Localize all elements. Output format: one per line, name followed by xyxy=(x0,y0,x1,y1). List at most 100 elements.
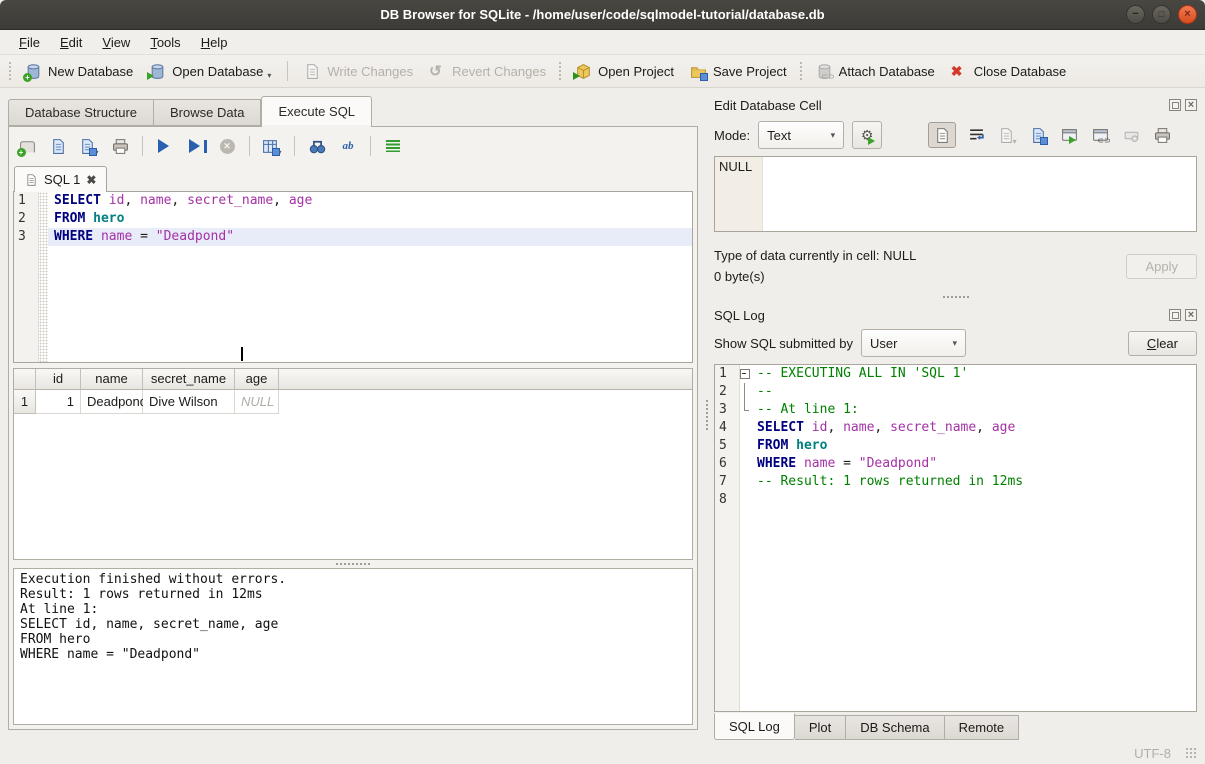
dock-close-icon[interactable] xyxy=(1185,99,1197,111)
menu-tools[interactable]: Tools xyxy=(141,32,189,53)
editor-line-current: 3 WHERE name = "Deadpond" xyxy=(14,228,692,246)
resize-grip[interactable] xyxy=(1185,747,1197,759)
log-line: 8 xyxy=(715,491,1196,509)
sql-editor-tab-label: SQL 1 xyxy=(44,172,80,187)
sql-log-view[interactable]: 1 -- EXECUTING ALL IN 'SQL 1' 2 -- 3 -- … xyxy=(714,364,1197,712)
dock-tab-plot[interactable]: Plot xyxy=(795,715,846,740)
open-in-external-button[interactable] xyxy=(1058,124,1080,146)
link-window-icon: ⊂⊃ xyxy=(1092,127,1109,144)
dock-float-icon[interactable] xyxy=(1169,309,1181,321)
execute-all-button[interactable] xyxy=(154,135,176,157)
sql-editor[interactable]: 1 SELECT id, name, secret_name, age 2 FR… xyxy=(13,191,693,363)
cell-age[interactable]: NULL xyxy=(235,390,279,414)
cell-secret-name[interactable]: Dive Wilson xyxy=(143,390,235,414)
execute-all-icon xyxy=(158,139,176,153)
toolbar-drag-handle[interactable] xyxy=(799,61,804,81)
save-results-button[interactable]: ▾ xyxy=(261,135,283,157)
editor-line: 1 SELECT id, name, secret_name, age xyxy=(14,192,692,210)
log-line: 1 -- EXECUTING ALL IN 'SQL 1' xyxy=(715,365,1196,383)
column-header-name[interactable]: name xyxy=(81,369,143,390)
text-mode-button[interactable] xyxy=(928,122,956,148)
find-button[interactable] xyxy=(306,135,328,157)
cell-id[interactable]: 1 xyxy=(36,390,81,414)
save-sql-file-button[interactable]: ▾ xyxy=(78,135,100,157)
dock-tab-remote[interactable]: Remote xyxy=(945,715,1020,740)
auto-apply-button[interactable]: ⚙ xyxy=(852,121,882,149)
dock-tab-sql-log[interactable]: SQL Log xyxy=(714,713,795,740)
toolbar-drag-handle[interactable] xyxy=(8,61,13,81)
tab-browse-data[interactable]: Browse Data xyxy=(153,99,261,126)
new-sql-tab-button[interactable]: + xyxy=(16,135,38,157)
import-icon xyxy=(998,127,1015,144)
main-toolbar: + New Database Open Database ▾ Write Cha… xyxy=(0,55,1205,88)
maximize-button[interactable]: □ xyxy=(1152,5,1171,24)
column-header-age[interactable]: age xyxy=(235,369,279,390)
find-replace-button[interactable]: ab xyxy=(337,135,359,157)
apply-button[interactable]: Apply xyxy=(1126,254,1197,279)
save-as-icon xyxy=(1030,127,1047,144)
new-database-icon: + xyxy=(25,63,42,80)
close-button[interactable]: × xyxy=(1178,5,1197,24)
print-cell-button[interactable] xyxy=(1151,124,1173,146)
word-wrap-icon xyxy=(968,127,985,144)
fold-collapse-icon[interactable] xyxy=(739,365,751,383)
new-database-button[interactable]: + New Database xyxy=(17,59,141,84)
save-project-icon xyxy=(690,63,707,80)
encoding-indicator[interactable]: UTF-8 xyxy=(1134,746,1171,761)
word-wrap-button[interactable] xyxy=(965,124,987,146)
dock-close-icon[interactable] xyxy=(1185,309,1197,321)
stop-execution-button[interactable]: ✕ xyxy=(216,135,238,157)
sql-editor-tab[interactable]: SQL 1 ✖ xyxy=(14,166,107,192)
clear-log-button[interactable]: Clear xyxy=(1128,331,1197,356)
mode-select[interactable]: Text ▾ xyxy=(758,121,844,149)
cell-value-editor[interactable]: NULL xyxy=(714,156,1197,232)
column-header-secret-name[interactable]: secret_name xyxy=(143,369,235,390)
cell-type-label: Type of data currently in cell: NULL xyxy=(714,245,1126,266)
revert-changes-button[interactable]: ↺ Revert Changes xyxy=(421,59,554,84)
set-null-button[interactable] xyxy=(1120,124,1142,146)
open-database-button[interactable]: Open Database ▾ xyxy=(141,59,279,84)
tab-execute-sql[interactable]: Execute SQL xyxy=(261,96,372,126)
sql-editor-tab-bar: SQL 1 ✖ xyxy=(12,166,694,191)
write-changes-button[interactable]: Write Changes xyxy=(296,59,421,84)
menu-file[interactable]: File xyxy=(10,32,49,53)
cell-name[interactable]: Deadpond xyxy=(81,390,143,414)
row-number[interactable]: 1 xyxy=(14,390,36,414)
mode-label: Mode: xyxy=(714,128,750,143)
revert-changes-icon: ↺ xyxy=(429,63,446,80)
sql-file-icon xyxy=(25,173,38,187)
main-vertical-splitter[interactable] xyxy=(704,88,710,742)
menu-help[interactable]: Help xyxy=(192,32,237,53)
import-cell-button[interactable]: ▾ xyxy=(996,124,1018,146)
open-project-button[interactable]: Open Project xyxy=(567,59,682,84)
sql-log-title: SQL Log xyxy=(714,308,1165,323)
dock-float-icon[interactable] xyxy=(1169,99,1181,111)
submitted-by-select[interactable]: User ▾ xyxy=(861,329,966,357)
toolbar-drag-handle[interactable] xyxy=(558,61,563,81)
format-sql-button[interactable] xyxy=(382,135,404,157)
execute-current-line-button[interactable] xyxy=(185,135,207,157)
left-pane: Database Structure Browse Data Execute S… xyxy=(0,88,704,742)
sql-tab-close-icon[interactable]: ✖ xyxy=(86,173,96,187)
editor-line: 2 FROM hero xyxy=(14,210,692,228)
print-sql-button[interactable] xyxy=(109,135,131,157)
open-sql-file-button[interactable] xyxy=(47,135,69,157)
close-database-button[interactable]: ✖ Close Database xyxy=(943,59,1075,84)
results-message-splitter[interactable] xyxy=(12,560,694,568)
menu-edit[interactable]: Edit xyxy=(51,32,91,53)
execution-message-panel[interactable]: Execution finished without errors. Resul… xyxy=(13,568,693,725)
export-cell-button[interactable] xyxy=(1027,124,1049,146)
dock-splitter[interactable] xyxy=(714,292,1197,302)
main-tab-bar: Database Structure Browse Data Execute S… xyxy=(8,96,704,126)
tab-database-structure[interactable]: Database Structure xyxy=(8,99,153,126)
column-header-id[interactable]: id xyxy=(36,369,81,390)
menu-view[interactable]: View xyxy=(93,32,139,53)
dock-tab-db-schema[interactable]: DB Schema xyxy=(846,715,944,740)
copy-link-button[interactable]: ⊂⊃ xyxy=(1089,124,1111,146)
titlebar: DB Browser for SQLite - /home/user/code/… xyxy=(0,0,1205,30)
open-database-caret-icon[interactable]: ▾ xyxy=(267,71,271,80)
filter-label: Show SQL submitted by xyxy=(714,336,853,351)
attach-database-button[interactable]: ⊂⊃ Attach Database xyxy=(808,59,943,84)
minimize-button[interactable]: − xyxy=(1126,5,1145,24)
save-project-button[interactable]: Save Project xyxy=(682,59,795,84)
